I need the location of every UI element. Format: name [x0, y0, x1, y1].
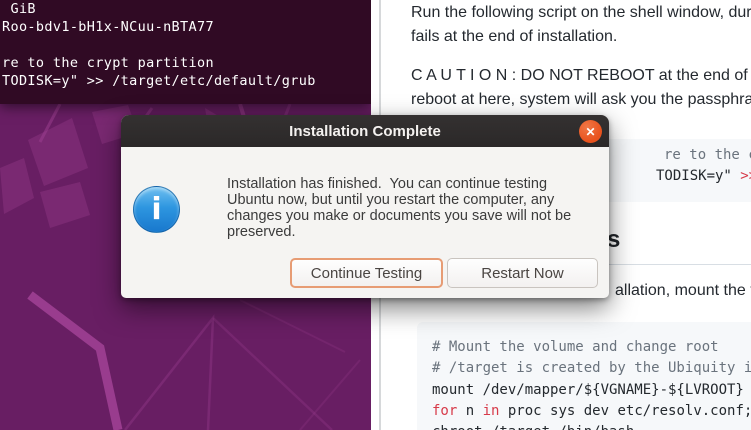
code-line: TODISK=y" >> /targe — [656, 168, 751, 184]
dialog-installation-complete: Installation Complete ✕ i Installation h… — [121, 115, 609, 298]
code-segment: TODISK=y" — [656, 168, 740, 184]
dialog-message: changes you make or documents you save w… — [227, 208, 571, 224]
terminal-line: GiB — [2, 1, 36, 17]
code-line: chroot /target /bin/bash — [432, 424, 634, 430]
info-icon-glyph: i — [151, 192, 161, 227]
restart-now-button[interactable]: Restart Now — [447, 258, 598, 288]
close-icon: ✕ — [585, 126, 595, 138]
restart-now-label: Restart Now — [481, 265, 564, 282]
info-icon: i — [133, 186, 180, 233]
code-segment: proc sys dev etc/resolv.conf; — [499, 403, 751, 419]
dialog-message: Installation has finished. You can conti… — [227, 176, 547, 192]
code-keyword: for — [432, 403, 457, 419]
terminal-line: Roo-bdv1-bH1x-NCuu-nBTA77 — [2, 19, 214, 35]
code-line: re to the crypt par — [664, 147, 751, 163]
section-heading-fragment: s — [607, 226, 620, 254]
docs-paragraph: Run the following script on the shell wi… — [411, 3, 751, 23]
code-line: # /target is created by the Ubiquity ins… — [432, 360, 751, 376]
dialog-message: preserved. — [227, 224, 296, 240]
continue-testing-label: Continue Testing — [311, 265, 422, 282]
code-line: mount /dev/mapper/${VGNAME}-${LVROOT} /t… — [432, 382, 751, 398]
terminal-line: re to the crypt partition — [2, 55, 214, 71]
screen: GiB Roo-bdv1-bH1x-NCuu-nBTA77 re to the … — [0, 0, 751, 430]
docs-caution-paragraph: reboot at here, system will ask you the … — [411, 90, 751, 110]
code-segment: n — [457, 403, 482, 419]
terminal-line: TODISK=y" >> /target/etc/default/grub — [2, 73, 316, 89]
dialog-title: Installation Complete — [289, 123, 441, 140]
code-line: # Mount the volume and change root — [432, 339, 719, 355]
code-line: for n in proc sys dev etc/resolv.conf; d… — [432, 403, 751, 419]
code-block-mount: # Mount the volume and change root # /ta… — [417, 322, 751, 430]
code-operator: >> — [740, 168, 751, 184]
close-button[interactable]: ✕ — [579, 120, 602, 143]
docs-paragraph: fails at the end of installation. — [411, 27, 617, 47]
dialog-message: Ubuntu now, but until you restart the co… — [227, 192, 554, 208]
code-keyword: in — [483, 403, 500, 419]
continue-testing-button[interactable]: Continue Testing — [290, 258, 443, 288]
dialog-titlebar[interactable]: Installation Complete ✕ — [121, 115, 609, 147]
docs-caution-paragraph: C A U T I O N : DO NOT REBOOT at the end… — [411, 66, 748, 86]
docs-paragraph-fragment: allation, mount the ta — [615, 281, 751, 301]
terminal-window[interactable]: GiB Roo-bdv1-bH1x-NCuu-nBTA77 re to the … — [0, 0, 371, 104]
